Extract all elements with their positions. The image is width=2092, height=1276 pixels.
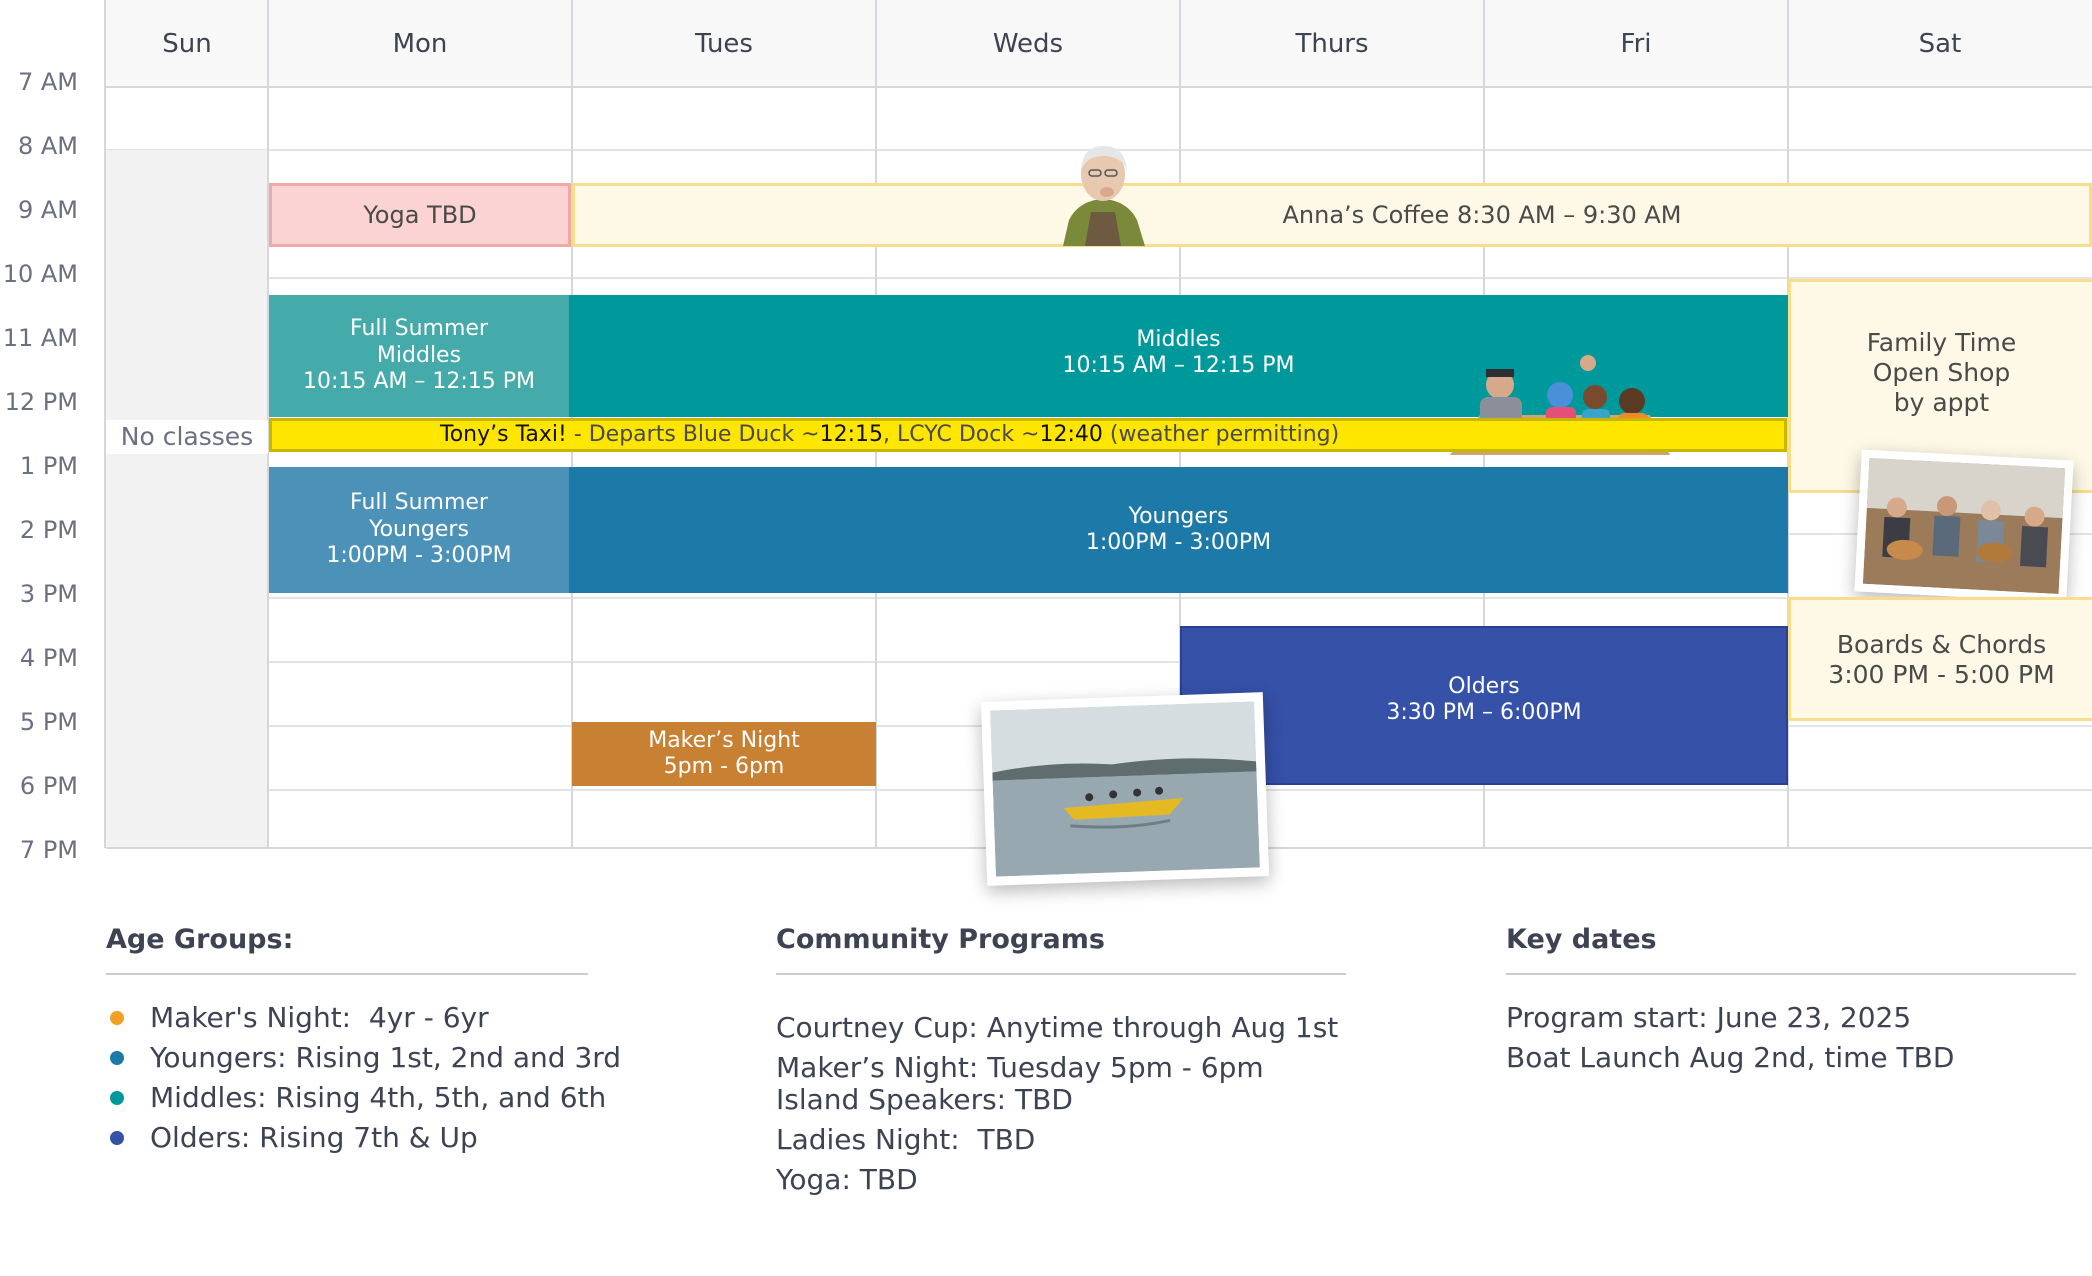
- key-date-item: Boat Launch Aug 2nd, time TBD: [1506, 1041, 1955, 1074]
- event-line: Middles: [376, 342, 462, 368]
- event-makers-night[interactable]: Maker’s Night 5pm - 6pm: [572, 722, 876, 786]
- day-header-sat: Sat: [1788, 0, 2092, 87]
- key-date-item: Program start: June 23, 2025: [1506, 1001, 1912, 1034]
- anna-photo: [1055, 140, 1151, 246]
- event-line: by appt: [1893, 388, 1990, 417]
- event-line: Boards & Chords: [1836, 630, 2047, 659]
- taxi-time-2: 12:40: [1039, 422, 1103, 447]
- event-line: Full Summer: [350, 316, 488, 342]
- community-program-item: Yoga: TBD: [776, 1163, 918, 1196]
- time-label: 7 AM: [17, 68, 78, 96]
- event-line: Open Shop: [1872, 358, 2011, 387]
- day-header-mon: Mon: [268, 0, 572, 87]
- event-line: 3:30 PM – 6:00PM: [1386, 700, 1582, 726]
- event-boards-chords[interactable]: Boards & Chords 3:00 PM - 5:00 PM: [1788, 597, 2092, 721]
- rowing-boat-photo: [980, 692, 1270, 886]
- day-header-tues: Tues: [572, 0, 876, 87]
- time-label: 7 PM: [19, 836, 78, 864]
- event-line: 5pm - 6pm: [663, 754, 785, 779]
- community-programs-title: Community Programs: [776, 924, 1105, 955]
- age-group-item: Youngers: Rising 1st, 2nd and 3rd: [110, 1041, 621, 1074]
- community-program-item: Maker’s Night: Tuesday 5pm - 6pm: [776, 1051, 1264, 1084]
- navy-dot-icon: [110, 1130, 124, 1145]
- age-group-label: Youngers: Rising 1st, 2nd and 3rd: [150, 1041, 622, 1074]
- taxi-text: - Departs Blue Duck ~: [566, 422, 820, 447]
- time-label: 6 PM: [19, 772, 78, 800]
- event-line: Youngers: [1128, 503, 1229, 529]
- taxi-time-1: 12:15: [819, 422, 884, 447]
- event-line: Olders: [1448, 674, 1520, 699]
- teal-dot-icon: [110, 1090, 124, 1105]
- no-classes-label: No classes: [106, 420, 268, 454]
- event-line: 1:00PM - 3:00PM: [1085, 530, 1272, 555]
- community-program-item: Courtney Cup: Anytime through Aug 1st: [776, 1011, 1339, 1044]
- no-classes-block: [106, 150, 267, 847]
- key-dates-divider: [1506, 973, 2076, 975]
- event-line: Full Summer: [350, 490, 488, 516]
- blue-dot-icon: [110, 1050, 124, 1065]
- time-label: 10 AM: [2, 260, 78, 288]
- time-label: 12 PM: [4, 388, 78, 416]
- key-dates-title: Key dates: [1506, 924, 1657, 955]
- musicians-photo: [1854, 449, 2074, 603]
- event-line: 1:00PM - 3:00PM: [326, 543, 512, 569]
- age-groups-divider: [106, 973, 588, 975]
- day-header-sun: Sun: [106, 0, 268, 87]
- event-line: Middles: [1136, 327, 1221, 352]
- taxi-title: Tony’s Taxi!: [440, 422, 567, 447]
- event-line: 10:15 AM – 12:15 PM: [302, 369, 536, 395]
- community-programs-divider: [776, 973, 1346, 975]
- taxi-text: , LCYC Dock ~: [883, 422, 1040, 447]
- event-line: Youngers: [369, 516, 469, 542]
- age-groups-title: Age Groups:: [106, 924, 294, 955]
- time-label: 11 AM: [2, 324, 78, 352]
- time-label: 5 PM: [19, 708, 78, 736]
- day-header-weds: Weds: [876, 0, 1180, 87]
- event-tonys-taxi[interactable]: Tony’s Taxi! - Departs Blue Duck ~12:15,…: [269, 418, 1787, 452]
- time-label: 4 PM: [19, 644, 78, 672]
- event-yoga[interactable]: Yoga TBD: [269, 183, 571, 247]
- age-group-label: Olders: Rising 7th & Up: [150, 1121, 478, 1154]
- event-full-summer-youngers[interactable]: Full Summer Youngers 1:00PM - 3:00PM: [269, 467, 569, 593]
- event-annas-coffee[interactable]: Anna’s Coffee 8:30 AM – 9:30 AM: [572, 183, 2092, 247]
- time-label: 9 AM: [17, 196, 78, 224]
- age-group-item: Middles: Rising 4th, 5th, and 6th: [110, 1081, 606, 1114]
- taxi-text: (weather permitting): [1102, 422, 1340, 447]
- community-program-item: Ladies Night: TBD: [776, 1123, 1036, 1156]
- age-group-item: Maker's Night: 4yr - 6yr: [110, 1001, 489, 1034]
- age-group-label: Maker's Night: 4yr - 6yr: [150, 1001, 489, 1034]
- time-label: 1 PM: [19, 452, 78, 480]
- grid-line: [106, 86, 2092, 88]
- event-annas-coffee-label: Anna’s Coffee 8:30 AM – 9:30 AM: [1282, 200, 1682, 229]
- event-line: 10:15 AM – 12:15 PM: [1062, 353, 1295, 379]
- event-youngers[interactable]: Youngers 1:00PM - 3:00PM: [569, 467, 1788, 593]
- community-program-item: Island Speakers: TBD: [776, 1083, 1073, 1116]
- day-header-fri: Fri: [1484, 0, 1788, 87]
- time-label: 8 AM: [17, 132, 78, 160]
- event-yoga-label: Yoga TBD: [363, 200, 477, 229]
- time-label: 3 PM: [19, 580, 78, 608]
- time-label: 2 PM: [19, 516, 78, 544]
- event-line: Maker’s Night: [648, 727, 800, 753]
- orange-dot-icon: [110, 1010, 124, 1025]
- event-line: 3:00 PM - 5:00 PM: [1828, 660, 2055, 689]
- age-group-item: Olders: Rising 7th & Up: [110, 1121, 478, 1154]
- event-line: Family Time: [1866, 328, 2017, 357]
- age-group-label: Middles: Rising 4th, 5th, and 6th: [150, 1081, 607, 1114]
- event-olders[interactable]: Olders 3:30 PM – 6:00PM: [1180, 626, 1788, 785]
- day-header-thurs: Thurs: [1180, 0, 1484, 87]
- event-full-summer-middles[interactable]: Full Summer Middles 10:15 AM – 12:15 PM: [269, 295, 569, 417]
